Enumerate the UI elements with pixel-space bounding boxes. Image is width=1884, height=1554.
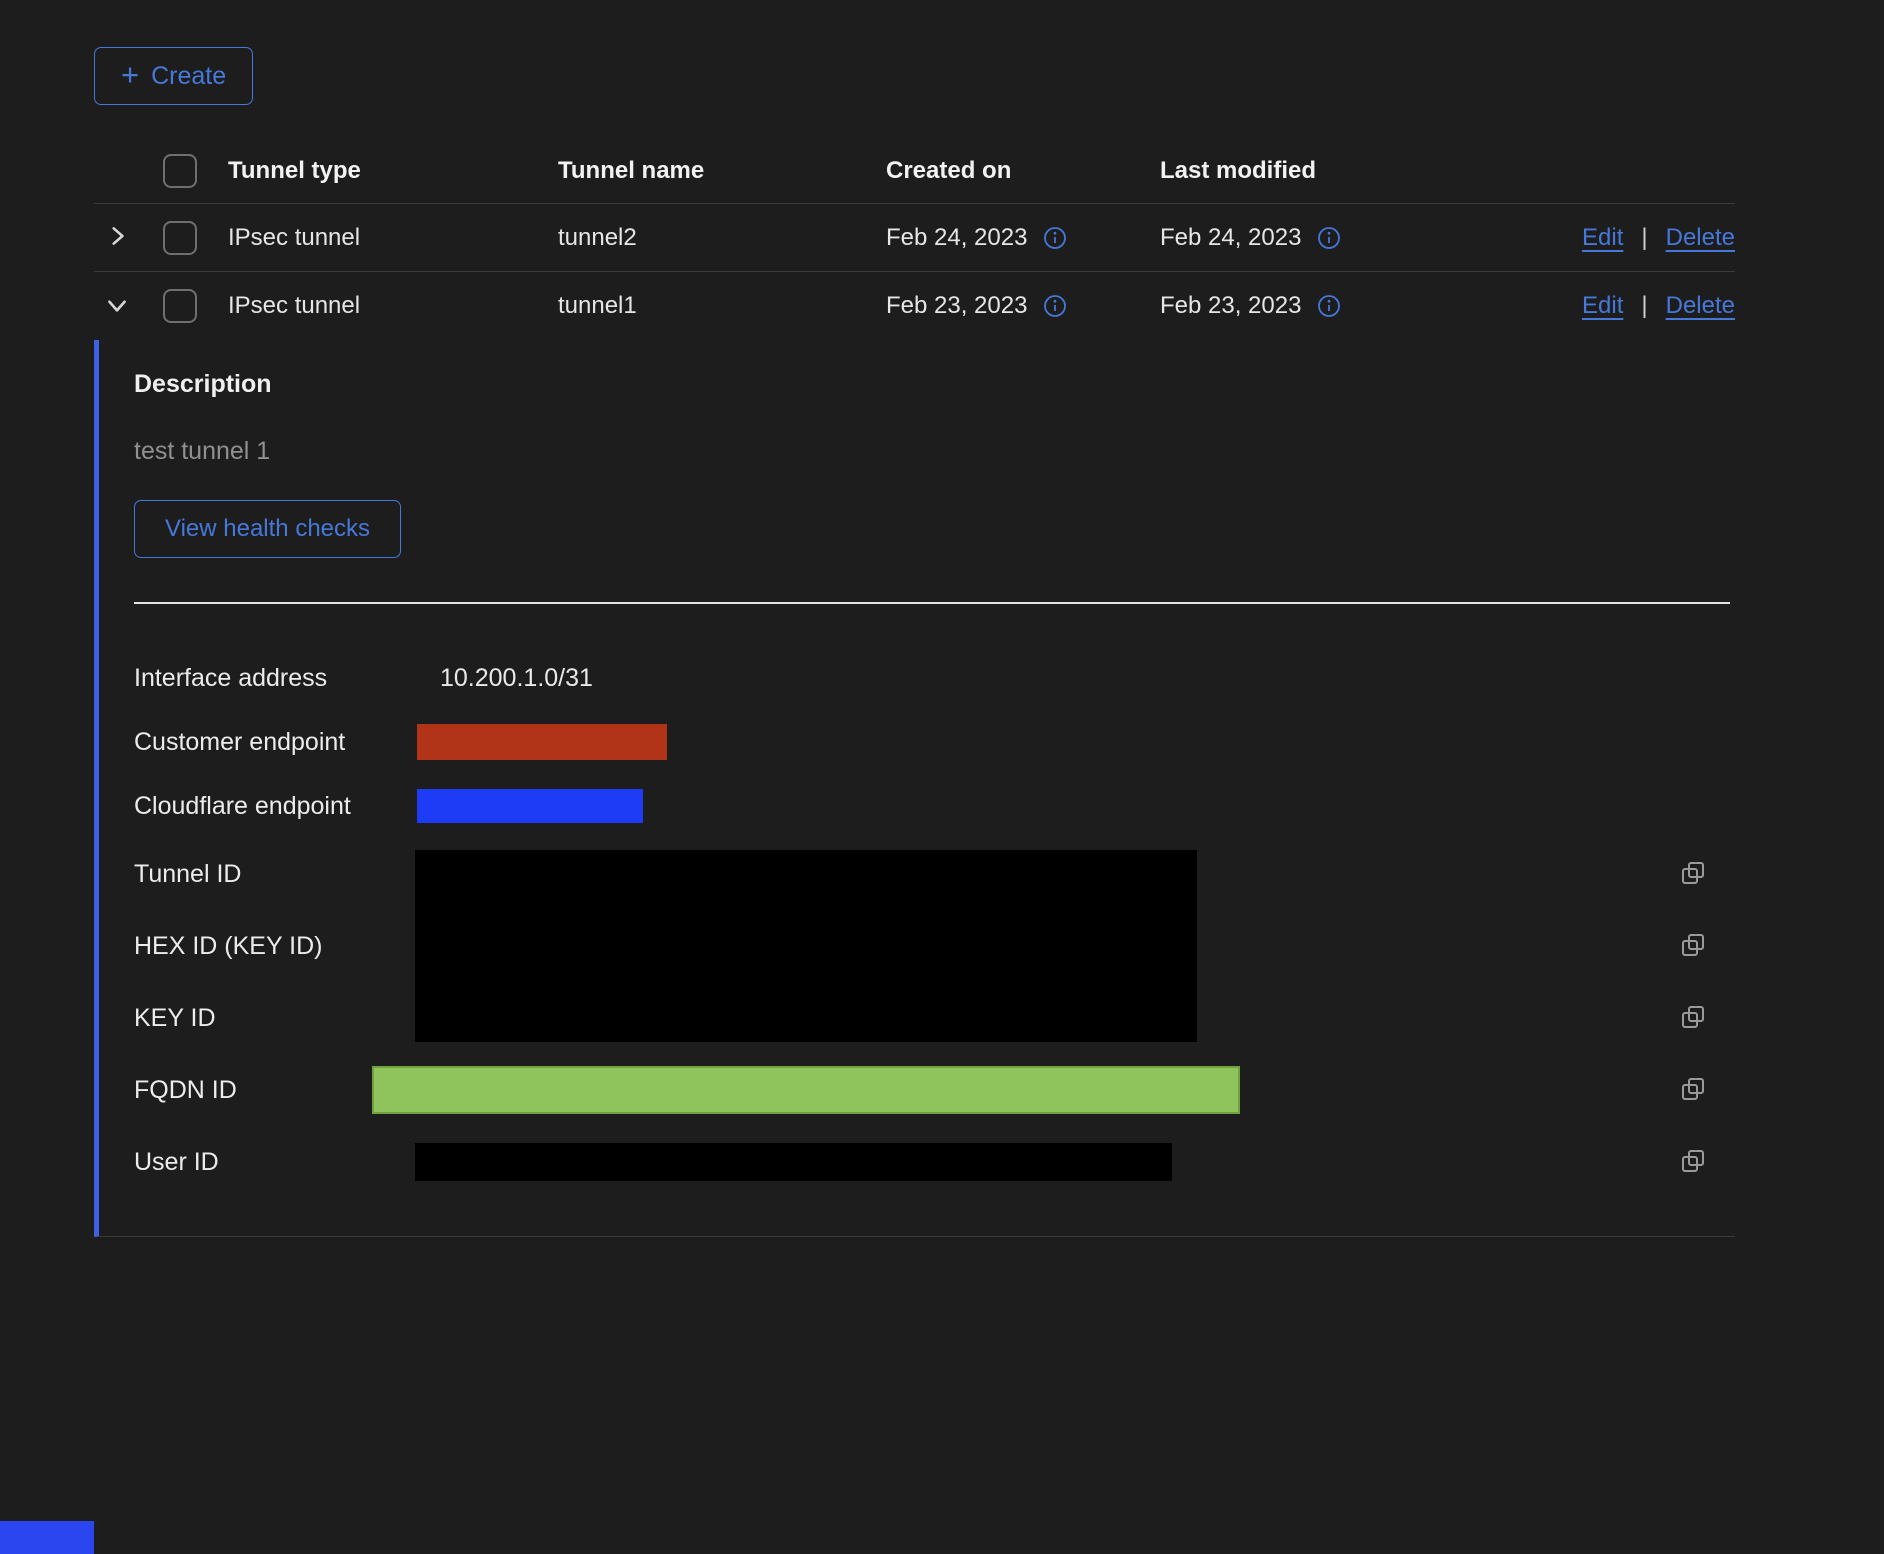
plus-icon: +	[121, 59, 139, 90]
fqdn-id-redacted-value	[372, 1066, 1240, 1114]
ipsec-tunnels-page: + Create Tunnel type Tunnel name Created…	[0, 0, 1884, 1554]
last-modified-value: Feb 23, 2023	[1160, 292, 1301, 320]
info-icon[interactable]	[1317, 226, 1341, 250]
header-last-modified: Last modified	[1160, 157, 1460, 185]
copy-icon	[1680, 1076, 1706, 1105]
create-button[interactable]: + Create	[94, 47, 253, 105]
copy-tunnel-id-button[interactable]	[1680, 860, 1706, 889]
tunnel-detail-fields: Interface address 10.200.1.0/31 Customer…	[134, 646, 1735, 1198]
customer-endpoint-redacted-value	[417, 724, 667, 760]
collapse-row-button[interactable]	[104, 292, 130, 321]
copy-user-id-button[interactable]	[1680, 1148, 1706, 1177]
hex-id-label: HEX ID (KEY ID)	[134, 932, 415, 961]
interface-address-label: Interface address	[134, 664, 415, 693]
chevron-down-icon	[104, 292, 130, 321]
tunnel-name-cell: tunnel1	[558, 292, 886, 320]
user-id-redacted-value	[415, 1143, 1172, 1181]
delete-link[interactable]: Delete	[1666, 224, 1735, 252]
key-id-label: KEY ID	[134, 1004, 415, 1033]
copy-icon	[1680, 1004, 1706, 1033]
last-modified-cell: Feb 23, 2023	[1160, 292, 1460, 320]
create-button-label: Create	[151, 62, 226, 91]
header-created-on: Created on	[886, 157, 1160, 185]
table-row-tunnel1: IPsec tunnel tunnel1 Feb 23, 2023 Feb 23…	[94, 272, 1735, 340]
last-modified-value: Feb 24, 2023	[1160, 224, 1301, 252]
info-icon[interactable]	[1043, 226, 1067, 250]
header-tunnel-type: Tunnel type	[228, 157, 558, 185]
copy-fqdn-id-button[interactable]	[1680, 1076, 1706, 1105]
cloudflare-endpoint-redacted-value	[417, 789, 643, 823]
description-label: Description	[134, 340, 1735, 399]
customer-endpoint-label: Customer endpoint	[134, 728, 415, 757]
info-icon[interactable]	[1317, 294, 1341, 318]
view-health-checks-button[interactable]: View health checks	[134, 500, 401, 558]
last-modified-cell: Feb 24, 2023	[1160, 224, 1460, 252]
select-all-checkbox[interactable]	[163, 154, 197, 188]
section-divider	[134, 602, 1730, 604]
created-on-cell: Feb 24, 2023	[886, 224, 1160, 252]
chevron-right-icon	[104, 223, 130, 252]
copy-key-id-button[interactable]	[1680, 1004, 1706, 1033]
description-value: test tunnel 1	[134, 437, 1735, 466]
cloudflare-endpoint-label: Cloudflare endpoint	[134, 792, 415, 821]
created-on-value: Feb 23, 2023	[886, 292, 1027, 320]
copy-hex-id-button[interactable]	[1680, 932, 1706, 961]
edit-link[interactable]: Edit	[1582, 292, 1623, 320]
copy-icon	[1680, 860, 1706, 889]
action-separator: |	[1641, 224, 1647, 252]
row-checkbox[interactable]	[163, 289, 197, 323]
copy-icon	[1680, 932, 1706, 961]
copy-icon	[1680, 1148, 1706, 1177]
interface-address-value: 10.200.1.0/31	[440, 664, 1651, 693]
delete-link[interactable]: Delete	[1666, 292, 1735, 320]
bottom-blue-strip	[0, 1521, 94, 1554]
created-on-value: Feb 24, 2023	[886, 224, 1027, 252]
info-icon[interactable]	[1043, 294, 1067, 318]
table-row-tunnel2: IPsec tunnel tunnel2 Feb 24, 2023 Feb 24…	[94, 204, 1735, 272]
tunnel-ids-redacted-value	[415, 850, 1197, 1042]
created-on-cell: Feb 23, 2023	[886, 292, 1160, 320]
tunnel-id-label: Tunnel ID	[134, 860, 415, 889]
tunnel-details-panel: Description test tunnel 1 View health ch…	[94, 340, 1735, 1237]
action-separator: |	[1641, 292, 1647, 320]
tunnel-type-cell: IPsec tunnel	[228, 224, 558, 252]
tunnel-name-cell: tunnel2	[558, 224, 886, 252]
expand-row-button[interactable]	[104, 223, 130, 252]
edit-link[interactable]: Edit	[1582, 224, 1623, 252]
table-header-row: Tunnel type Tunnel name Created on Last …	[94, 138, 1735, 204]
user-id-label: User ID	[134, 1148, 415, 1177]
header-tunnel-name: Tunnel name	[558, 157, 886, 185]
tunnel-type-cell: IPsec tunnel	[228, 292, 558, 320]
tunnels-table: Tunnel type Tunnel name Created on Last …	[94, 138, 1735, 340]
row-checkbox[interactable]	[163, 221, 197, 255]
